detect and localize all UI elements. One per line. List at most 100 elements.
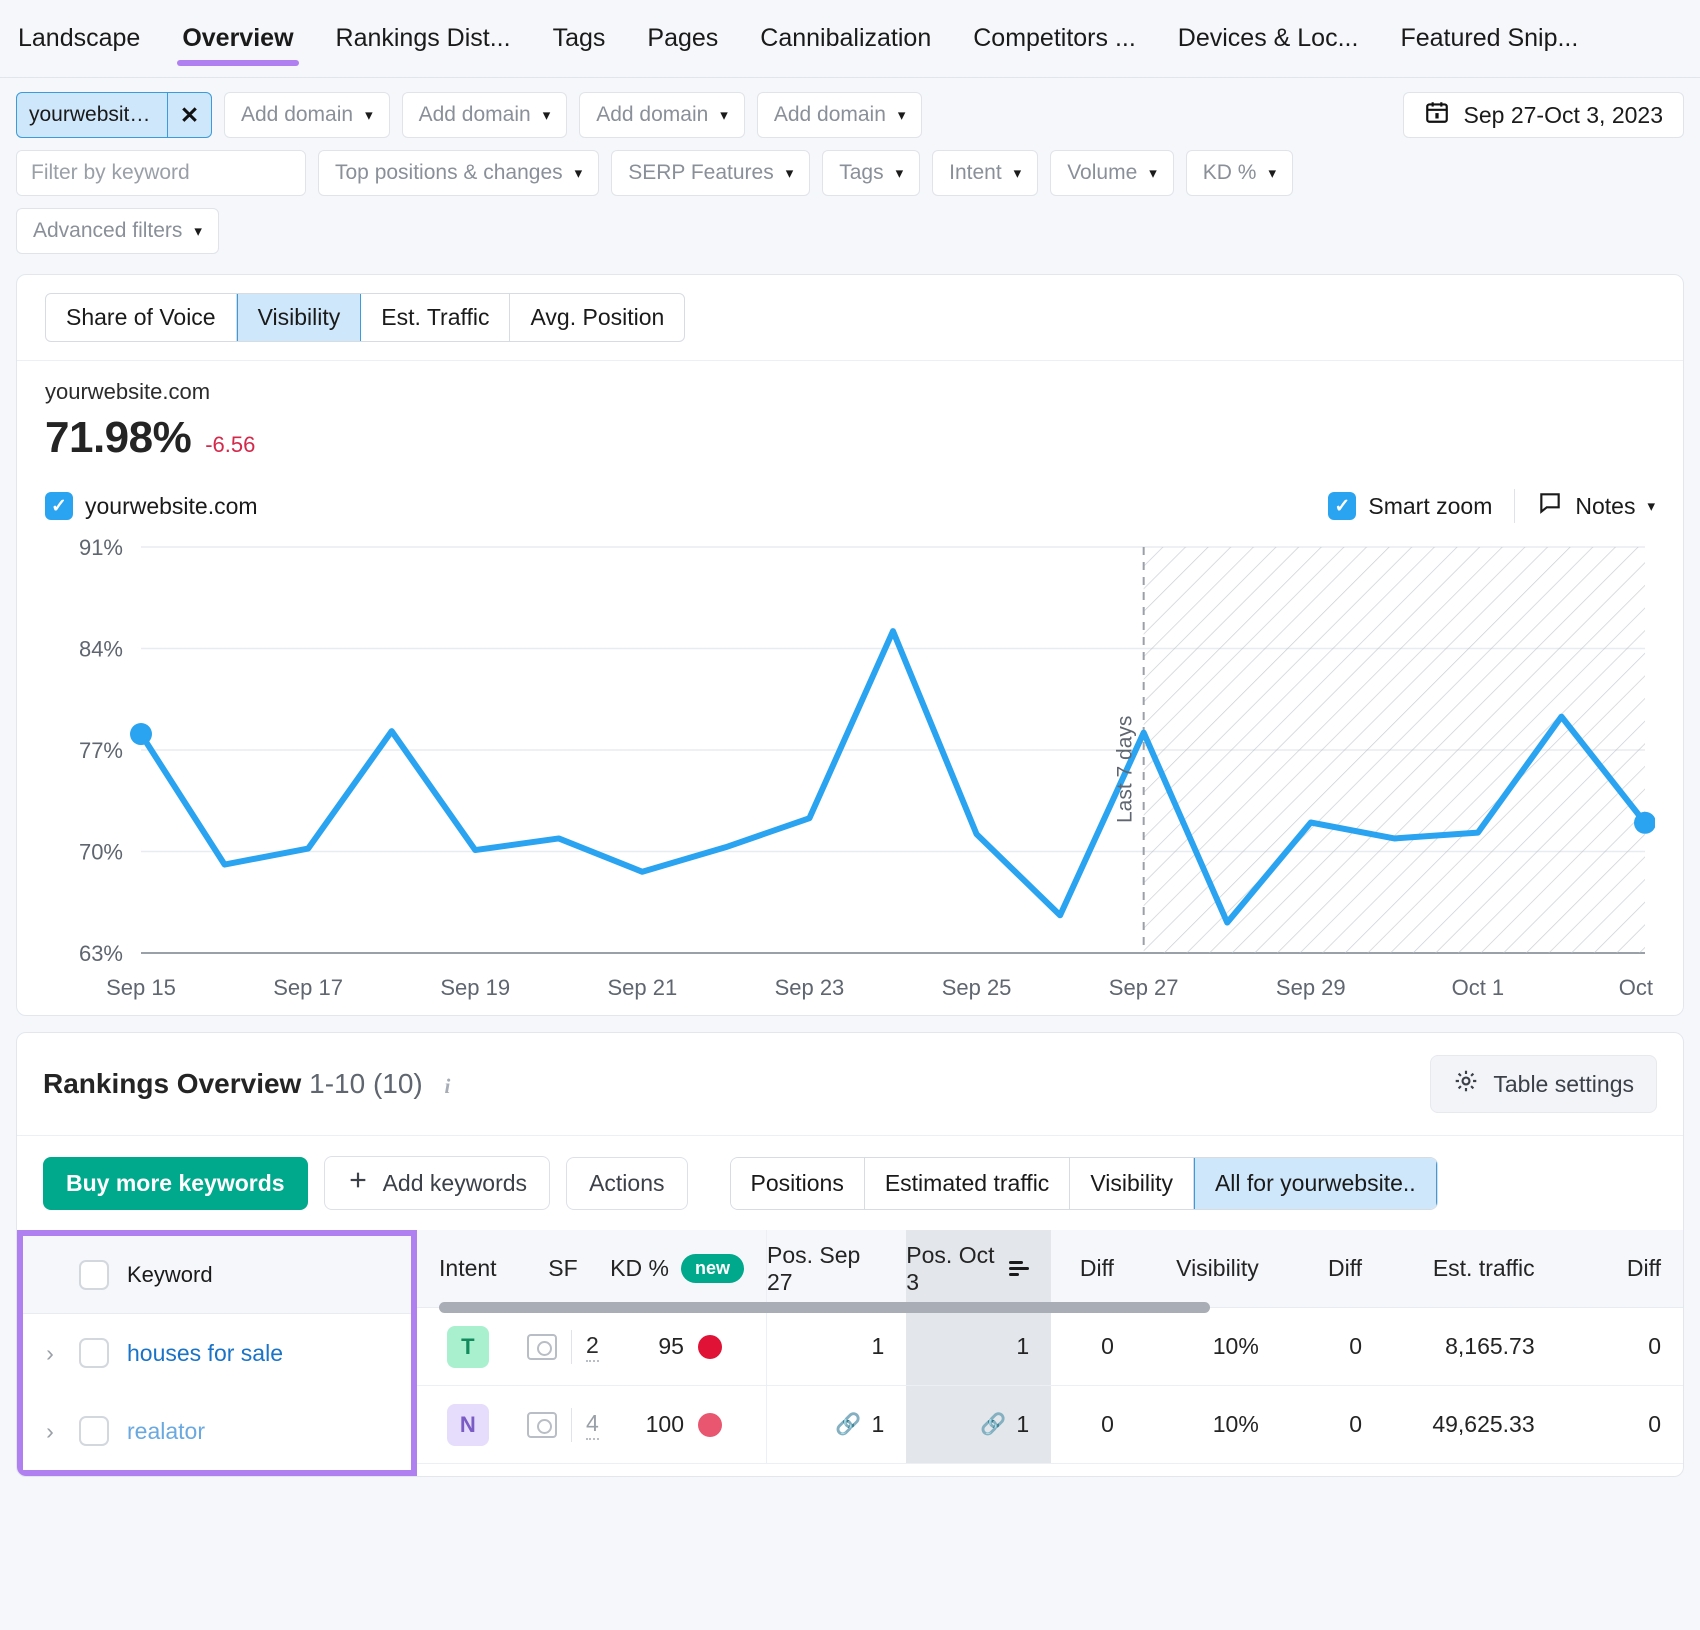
column-header-sf[interactable]: SF [519, 1230, 608, 1307]
chevron-right-icon[interactable]: › [39, 1340, 61, 1367]
advanced-filters-row: Advanced filters [16, 208, 1684, 254]
diff-visibility-cell: 0 [1281, 1386, 1384, 1463]
view-tab-positions[interactable]: Positions [731, 1158, 865, 1209]
info-icon[interactable]: i [445, 1074, 451, 1098]
column-header-kd[interactable]: KD % new [607, 1230, 766, 1307]
filter-label: Advanced filters [33, 219, 182, 243]
chevron-down-icon [194, 224, 202, 239]
sf-count[interactable]: 2 [586, 1332, 599, 1362]
tab-devices-locations[interactable]: Devices & Loc... [1157, 0, 1380, 78]
smart-zoom-label: Smart zoom [1368, 493, 1492, 520]
visibility-value: 71.98% [45, 413, 191, 463]
table-settings-label: Table settings [1493, 1071, 1634, 1098]
new-badge: new [681, 1254, 744, 1283]
add-domain-4[interactable]: Add domain [757, 92, 923, 138]
filter-kd[interactable]: KD % [1186, 150, 1293, 196]
table-row[interactable]: N 4 100 🔗 1 [417, 1386, 1683, 1464]
metric-tab-avg-position[interactable]: Avg. Position [510, 294, 684, 341]
add-domain-2[interactable]: Add domain [402, 92, 568, 138]
buy-more-keywords-button[interactable]: Buy more keywords [43, 1157, 308, 1210]
pos-curr-value: 1 [1016, 1411, 1029, 1438]
column-header-visibility[interactable]: Visibility [1136, 1230, 1281, 1307]
column-header-intent[interactable]: Intent [417, 1230, 519, 1307]
scrollbar-thumb[interactable] [439, 1302, 1210, 1313]
close-icon[interactable]: ✕ [167, 93, 211, 137]
filter-intent[interactable]: Intent [932, 150, 1038, 196]
sort-icon[interactable] [1009, 1261, 1029, 1276]
svg-text:Oct 3: Oct 3 [1619, 975, 1655, 1000]
select-all-checkbox[interactable] [79, 1260, 109, 1290]
tab-cannibalization[interactable]: Cannibalization [739, 0, 952, 78]
sf-count[interactable]: 4 [586, 1410, 599, 1440]
table-row[interactable]: › houses for sale [23, 1314, 411, 1392]
kd-group: 95 [658, 1333, 744, 1360]
tab-overview[interactable]: Overview [161, 0, 314, 78]
metric-tab-share-of-voice[interactable]: Share of Voice [46, 294, 237, 341]
column-header-diff-visibility[interactable]: Diff [1281, 1230, 1384, 1307]
add-domain-1[interactable]: Add domain [224, 92, 390, 138]
column-header-pos-curr[interactable]: Pos. Oct 3 [906, 1230, 1051, 1307]
search-input[interactable] [17, 151, 306, 195]
horizontal-scrollbar[interactable] [439, 1302, 1683, 1313]
table-settings-button[interactable]: Table settings [1430, 1055, 1657, 1113]
metric-tab-est-traffic[interactable]: Est. Traffic [361, 294, 510, 341]
table-row[interactable]: › realator [23, 1392, 411, 1470]
kd-group: 100 [646, 1411, 744, 1438]
pos-curr-cell: 🔗 1 [906, 1386, 1051, 1463]
keyword-column-header: Keyword [23, 1236, 411, 1314]
add-keywords-button[interactable]: Add keywords [324, 1156, 550, 1210]
visibility-line-chart[interactable]: 63%70%77%84%91% Sep 15Sep 17Sep 19Sep 21… [45, 533, 1655, 1003]
filter-serp-features[interactable]: SERP Features [611, 150, 810, 196]
keyword-link[interactable]: houses for sale [127, 1340, 283, 1367]
filter-label: Volume [1067, 161, 1137, 185]
tab-competitors[interactable]: Competitors ... [952, 0, 1157, 78]
column-header-est-traffic[interactable]: Est. traffic [1384, 1230, 1557, 1307]
svg-text:Sep 19: Sep 19 [440, 975, 510, 1000]
svg-text:84%: 84% [79, 637, 123, 662]
notes-dropdown[interactable]: Notes [1537, 490, 1655, 522]
filter-top-positions[interactable]: Top positions & changes [318, 150, 599, 196]
sf-group: 2 [527, 1330, 599, 1364]
filter-tags[interactable]: Tags [822, 150, 920, 196]
tab-pages[interactable]: Pages [626, 0, 739, 78]
domain-chip-yourwebsite[interactable]: yourwebsite... ✕ [16, 92, 212, 138]
checkbox-checked-icon[interactable]: ✓ [45, 492, 73, 520]
chevron-down-icon [1014, 166, 1022, 181]
add-domain-3[interactable]: Add domain [579, 92, 745, 138]
chevron-down-icon [1149, 166, 1157, 181]
calendar-icon [1424, 99, 1450, 131]
row-checkbox[interactable] [79, 1338, 109, 1368]
chevron-right-icon[interactable]: › [39, 1418, 61, 1445]
chevron-down-icon [1647, 499, 1655, 514]
checkbox-checked-icon[interactable]: ✓ [1328, 492, 1356, 520]
tab-tags[interactable]: Tags [532, 0, 627, 78]
svg-text:70%: 70% [79, 840, 123, 865]
filter-volume[interactable]: Volume [1050, 150, 1174, 196]
intent-cell: N [417, 1386, 519, 1463]
legend-item-yourwebsite[interactable]: ✓ yourwebsite.com [45, 492, 258, 520]
view-tab-visibility[interactable]: Visibility [1070, 1158, 1194, 1209]
tab-rankings-distribution[interactable]: Rankings Dist... [315, 0, 532, 78]
chevron-down-icon [896, 166, 904, 181]
actions-button[interactable]: Actions [566, 1157, 687, 1210]
keyword-link[interactable]: realator [127, 1418, 205, 1445]
column-header-diff-traffic[interactable]: Diff [1557, 1230, 1683, 1307]
column-header-diff-pos[interactable]: Diff [1051, 1230, 1136, 1307]
date-range-picker[interactable]: Sep 27-Oct 3, 2023 [1403, 92, 1684, 138]
table-row[interactable]: T 2 95 1 1 0 10% [417, 1308, 1683, 1386]
keyword-filter[interactable] [16, 150, 306, 196]
tab-landscape[interactable]: Landscape [18, 0, 161, 78]
advanced-filters-button[interactable]: Advanced filters [16, 208, 219, 254]
view-tab-estimated-traffic[interactable]: Estimated traffic [865, 1158, 1070, 1209]
divider [1514, 489, 1515, 523]
pos-prev-cell: 🔗 1 [766, 1386, 906, 1463]
last-7-days-label: Last 7 days [1114, 716, 1137, 823]
metric-tab-visibility[interactable]: Visibility [237, 294, 362, 341]
view-tab-all[interactable]: All for yourwebsite.. [1194, 1158, 1437, 1209]
column-header-pos-prev[interactable]: Pos. Sep 27 [766, 1230, 906, 1307]
svg-text:63%: 63% [79, 941, 123, 966]
row-checkbox[interactable] [79, 1416, 109, 1446]
tab-featured-snippets[interactable]: Featured Snip... [1379, 0, 1599, 78]
smart-zoom-toggle[interactable]: ✓ Smart zoom [1328, 492, 1492, 520]
serp-feature-icon [527, 1412, 557, 1438]
